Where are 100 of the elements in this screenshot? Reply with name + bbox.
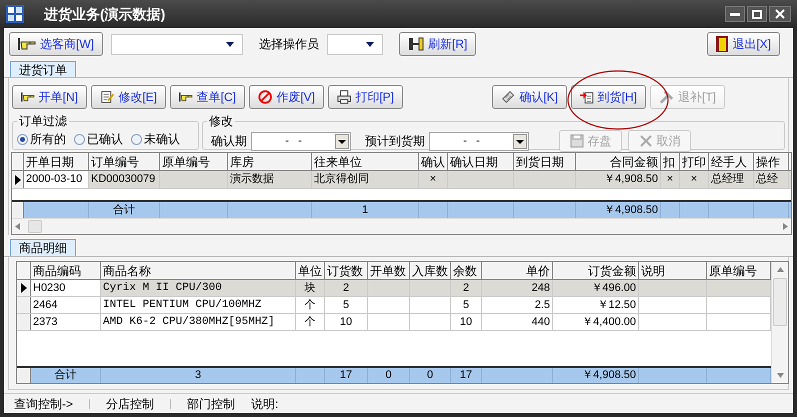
column-header[interactable]: 经手人 (709, 153, 754, 170)
column-header[interactable]: 扣 (661, 153, 680, 170)
column-header[interactable]: 商品名称 (101, 262, 296, 279)
row-indicator[interactable] (12, 171, 24, 188)
column-header[interactable]: 库房 (228, 153, 312, 170)
close-button[interactable] (769, 6, 791, 22)
table-cell-text: KD00030079 (91, 172, 156, 188)
table-cell-text: 总经理 (711, 172, 744, 188)
prohibited-icon (258, 88, 272, 104)
row-indicator[interactable] (17, 280, 31, 296)
total-cell-text: 17 (340, 368, 352, 384)
column-header[interactable]: 商品编码 (31, 262, 101, 279)
toolbar-button[interactable]: 开单[N] (12, 84, 87, 108)
toolbar-button[interactable]: 确认[K] (492, 84, 567, 108)
horizontal-scrollbar[interactable] (12, 218, 791, 234)
operator-dropdown[interactable] (327, 34, 383, 54)
table-row[interactable]: H0230 Cyrix M II CPU/300 块 2 2 248 ￥496.00 (17, 280, 771, 297)
column-header[interactable]: 打印 (680, 153, 709, 170)
table-cell-text: ￥12.50 (597, 298, 636, 313)
column-header[interactable]: 余数 (451, 262, 482, 279)
table-cell-text: ￥496.00 (591, 280, 636, 296)
column-header[interactable]: 原单编号 (160, 153, 228, 170)
column-header[interactable]: 单位 (296, 262, 325, 279)
table-cell-text: 北京得创同 (314, 172, 369, 188)
column-header[interactable]: 往来单位 (312, 153, 419, 170)
table-cell-text: 5 (462, 298, 470, 313)
column-header[interactable]: 入库数 (410, 262, 451, 279)
window-title: 进货业务(演示数据) (44, 4, 166, 24)
toolbar-button[interactable]: 打印[P] (328, 84, 403, 108)
total-cell-text: ￥4,908.50 (604, 202, 658, 218)
status-item[interactable]: 分店控制 (106, 394, 154, 412)
printer-icon (337, 88, 352, 104)
status-item[interactable]: 查询控制-> (14, 394, 74, 412)
exit-button[interactable]: 退出[X] (707, 32, 780, 56)
pointing-hand-icon (18, 37, 36, 51)
pointing-hand-icon (179, 90, 193, 104)
table-cell-text: × (430, 172, 436, 188)
radio-button[interactable] (131, 134, 142, 144)
toolbar-button[interactable]: 查单[C] (170, 84, 245, 108)
minimize-button[interactable] (725, 6, 745, 22)
column-header[interactable]: 订单编号 (89, 153, 160, 170)
toolbar-button[interactable]: 到货[H] (571, 84, 646, 108)
column-header[interactable]: 到货日期 (514, 153, 576, 170)
table-cell-text: 10 (340, 314, 352, 330)
column-header[interactable]: 合同金额 (576, 153, 661, 170)
floppy-icon (570, 134, 584, 148)
total-cell-text: 合计 (54, 368, 76, 384)
scroll-down-icon (776, 373, 784, 378)
confirm-date-label: 确认期 (211, 133, 247, 150)
scroll-right-icon (783, 223, 788, 230)
table-cell-text: 2 (462, 280, 470, 296)
orders-tab[interactable]: 进货订单 (10, 61, 76, 77)
dropdown-arrow-icon (226, 42, 234, 46)
select-supplier-button[interactable]: 选客商[W] (9, 32, 103, 56)
column-header[interactable]: 确认日期 (448, 153, 514, 170)
table-cell-text: × (666, 172, 674, 188)
table-cell-text: 2464 (33, 298, 58, 313)
table-row[interactable]: 2464 INTEL PENTIUM CPU/100MHZ 个 5 5 2.5 ￥12.50 (17, 297, 771, 314)
scroll-thumb[interactable] (773, 278, 787, 326)
toolbar-button[interactable]: 修改[E] (91, 84, 166, 108)
total-cell-text: 3 (194, 368, 202, 384)
column-header[interactable]: 订货数 (325, 262, 368, 279)
date-field[interactable]: - - (429, 132, 529, 150)
toolbar-button[interactable]: 作废[V] (249, 84, 324, 108)
table-row[interactable]: 2000-03-10 KD00030079 演示数据 北京得创同 × ￥4,908.50 × × 总经理 总经 (12, 171, 791, 189)
refresh-button[interactable]: 刷新[R] (399, 32, 476, 56)
vertical-scrollbar[interactable] (771, 262, 788, 383)
status-item[interactable]: 部门控制 (187, 394, 236, 412)
maximize-button[interactable] (747, 6, 767, 22)
dropdown-arrow-icon (366, 42, 374, 46)
table-cell-text: 2.5 (534, 298, 550, 313)
supplier-dropdown[interactable] (111, 34, 243, 54)
column-header[interactable]: 单价 (482, 262, 553, 279)
pointing-hand-icon (21, 90, 35, 104)
scroll-thumb[interactable] (28, 220, 42, 233)
total-cell-text: 1 (362, 202, 368, 218)
table-row[interactable]: 2373 AMD K6-2 CPU/380MHZ[95MHZ] 个 10 10 440 ￥4,400.00 (17, 314, 771, 331)
column-header[interactable]: 订货金额 (553, 262, 639, 279)
column-header[interactable]: 说明 (639, 262, 707, 279)
table-cell-text: 2373 (33, 314, 58, 330)
maximize-icon (752, 10, 762, 18)
radio-button[interactable] (74, 134, 85, 144)
table-cell-text: H0230 (33, 280, 66, 296)
table-cell-text: 2 (342, 280, 350, 296)
radio-option[interactable]: 所有的 (17, 130, 66, 148)
radio-button[interactable] (17, 134, 28, 144)
table-cell-text: 5 (342, 298, 350, 313)
details-tab[interactable]: 商品明细 (10, 239, 76, 256)
column-header[interactable]: 确认 (419, 153, 448, 170)
scroll-up-icon (776, 267, 784, 272)
table-cell-text: AMD K6-2 CPU/380MHZ[95MHZ] (103, 314, 275, 330)
column-header[interactable]: 操作 (754, 153, 789, 170)
radio-option[interactable]: 未确认 (131, 130, 180, 148)
date-field[interactable]: - - (251, 132, 351, 150)
radio-option[interactable]: 已确认 (74, 130, 123, 148)
group-title: 订单过滤 (18, 113, 68, 130)
column-header[interactable]: 开单数 (368, 262, 410, 279)
cross-icon (638, 134, 652, 148)
column-header[interactable]: 开单日期 (24, 153, 89, 170)
app-logo-icon (6, 5, 24, 23)
